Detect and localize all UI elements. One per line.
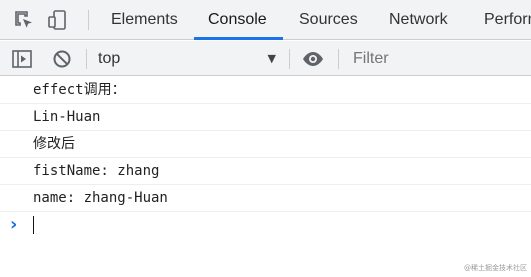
device-toolbar-icon[interactable] [46,8,70,32]
sidebar-toggle-icon[interactable] [10,47,34,71]
tab-divider [88,10,89,30]
tab-performance[interactable]: Perforn [484,0,531,40]
tab-network[interactable]: Network [389,0,448,40]
text-caret [33,216,34,234]
tab-elements[interactable]: Elements [111,0,178,40]
prompt-chevron-icon: › [10,214,18,235]
toolbar-divider [86,49,87,69]
inspect-element-icon[interactable] [12,8,36,32]
console-prompt[interactable]: › [0,212,531,238]
toolbar-divider [338,49,339,69]
tab-sources[interactable]: Sources [299,0,358,40]
clear-console-icon[interactable] [50,47,74,71]
devtools-tab-bar: Elements Console Sources Network Perforn [0,0,531,40]
filter-box [345,41,531,76]
toolbar-divider [289,49,290,69]
live-expression-eye-icon[interactable] [301,47,325,71]
console-message: effect调用： [0,77,531,104]
context-dropdown-arrow-icon: ▼ [267,52,276,65]
filter-input[interactable] [345,45,531,72]
console-message: fistName: zhang [0,158,531,185]
console-message: Lin-Huan [0,104,531,131]
console-message: 修改后 [0,131,531,158]
active-tab-indicator [194,37,283,40]
context-selector[interactable]: top ▼ [92,41,282,76]
tab-console[interactable]: Console [208,0,267,40]
console-toolbar: top ▼ [0,41,531,76]
console-message: name: zhang-Huan [0,185,531,212]
watermark: @稀土掘金技术社区 [464,264,527,272]
context-value: top [98,49,121,67]
